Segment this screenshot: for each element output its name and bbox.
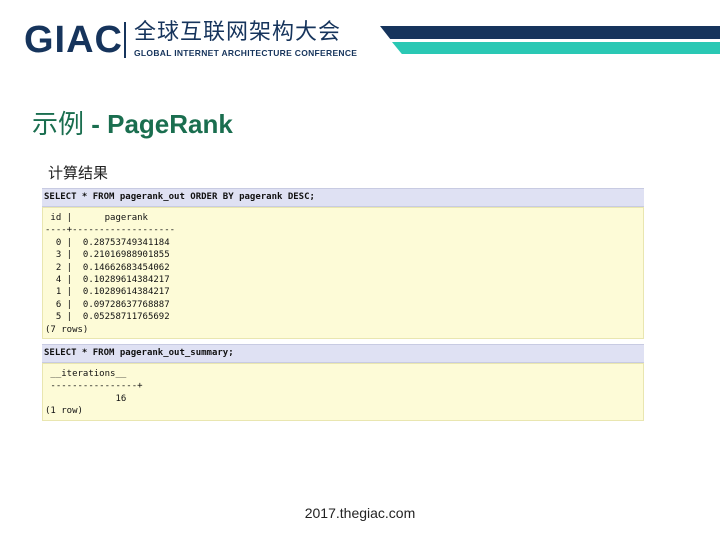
result-row: 4 | 0.10289614384217 (45, 275, 170, 286)
result-footer: (7 rows) (45, 324, 89, 335)
sql-query: SELECT * FROM pagerank_out ORDER BY page… (42, 188, 644, 207)
slide-title-en: - PageRank (84, 109, 233, 139)
result-footer: (1 row) (45, 406, 83, 417)
slide-title: 示例 - PageRank (32, 104, 233, 141)
result-row: 16 (45, 393, 127, 404)
logo-giac-text: GIAC (24, 19, 123, 61)
result-row: 0 | 0.28753749341184 (45, 237, 170, 248)
result-row: 6 | 0.09728637768887 (45, 299, 170, 310)
footer-url: 2017.thegiac.com (304, 505, 416, 521)
header-band-navy (380, 26, 720, 39)
result-row: 2 | 0.14662683454062 (45, 262, 170, 273)
sql-block-pagerank: SELECT * FROM pagerank_out ORDER BY page… (42, 188, 644, 340)
sql-result: __iterations__ ----------------+ 16 (1 ro… (42, 363, 644, 421)
result-separator: ----+------------------- (45, 225, 176, 236)
sql-result: id | pagerank ----+------------------- 0 … (42, 207, 644, 340)
result-row: 1 | 0.10289614384217 (45, 287, 170, 298)
logo-english-name: GLOBAL INTERNET ARCHITECTURE CONFERENCE (134, 48, 358, 58)
header-band-teal (392, 42, 720, 54)
result-separator: ----------------+ (45, 381, 143, 392)
slide-title-cn: 示例 (32, 110, 85, 140)
sql-query: SELECT * FROM pagerank_out_summary; (42, 344, 644, 363)
result-header: __iterations__ (45, 369, 127, 379)
logo-chinese-name: 全球互联网架构大会 (134, 20, 342, 45)
slide-subtitle: 计算结果 (48, 164, 109, 182)
sql-block-summary: SELECT * FROM pagerank_out_summary; __it… (42, 344, 644, 421)
result-row: 5 | 0.05258711765692 (45, 312, 170, 323)
result-header: id | pagerank (45, 213, 148, 223)
logo-separator (124, 22, 126, 58)
result-row: 3 | 0.21016988901855 (45, 250, 170, 261)
